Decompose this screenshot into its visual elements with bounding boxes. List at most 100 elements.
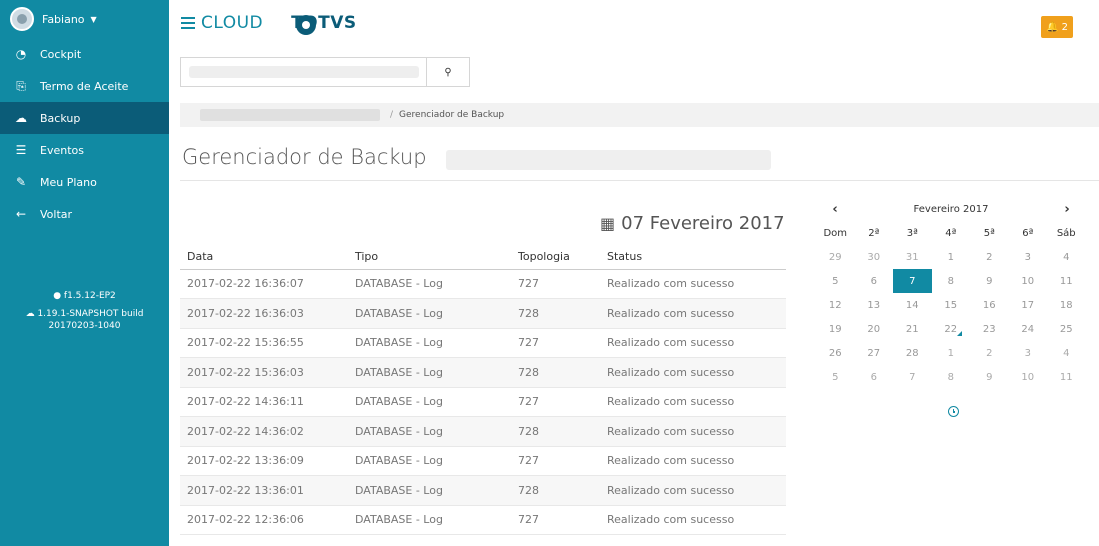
table-row[interactable]: 2017-02-22 13:36:01 DATABASE - Log 728 Real… [180, 475, 786, 506]
calendar-day[interactable]: 6 [855, 365, 894, 389]
calendar-day[interactable]: 10 [1009, 269, 1048, 293]
sidebar-item-meu-plano[interactable]: ✎ Meu Plano [0, 166, 169, 198]
sidebar: Fabiano ▼ ◔ Cockpit ⎘ Termo de Aceite ☁ … [0, 0, 169, 546]
selected-date: ▦ 07 Fevereiro 2017 [600, 213, 785, 234]
binoculars-search-button[interactable]: ⚲ [426, 58, 469, 86]
calendar-day[interactable]: 31 [893, 245, 932, 269]
cell-topologia: 728 [511, 298, 600, 329]
breadcrumb-blurred-item[interactable] [200, 109, 380, 121]
calendar-day[interactable]: 5 [816, 269, 855, 293]
chevron-right-icon[interactable]: › [1048, 202, 1086, 217]
calendar-day[interactable]: 22 [932, 317, 971, 341]
cell-data: 2017-02-22 15:36:55 [180, 328, 348, 358]
calendar-day[interactable]: 4 [1047, 341, 1086, 365]
calendar-day[interactable]: 8 [932, 365, 971, 389]
hamburger-menu-icon[interactable] [181, 17, 195, 29]
calendar-day[interactable]: 4 [1047, 245, 1086, 269]
calendar-day[interactable]: 12 [816, 293, 855, 317]
column-header-data[interactable]: Data [180, 245, 348, 270]
calendar-day[interactable]: 7 [893, 365, 932, 389]
avatar [10, 7, 34, 31]
calendar-day[interactable]: 2 [970, 341, 1009, 365]
table-row[interactable]: 2017-02-22 16:36:03 DATABASE - Log 728 Real… [180, 298, 786, 329]
table-row[interactable]: 2017-02-22 13:36:09 DATABASE - Log 727 Real… [180, 446, 786, 476]
cell-status: Realizado com sucesso [600, 505, 786, 535]
cell-status: Realizado com sucesso [600, 269, 786, 299]
sidebar-item-cockpit[interactable]: ◔ Cockpit [0, 38, 169, 70]
calendar-day[interactable]: 30 [855, 245, 894, 269]
sidebar-item-eventos[interactable]: ☰ Eventos [0, 134, 169, 166]
table-row[interactable]: 2017-02-22 16:36:07 DATABASE - Log 727 Real… [180, 269, 786, 299]
calendar-icon: ▦ [600, 214, 616, 233]
table-row[interactable]: 2017-02-22 12:36:06 DATABASE - Log 727 Real… [180, 505, 786, 535]
backup-table: Data Tipo Topologia Status 2017-02-22 16… [180, 245, 786, 535]
calendar-day[interactable]: 18 [1047, 293, 1086, 317]
arrow-left-icon: ← [15, 207, 27, 221]
cell-topologia: 728 [511, 416, 600, 447]
sidebar-item-label: Backup [40, 111, 81, 125]
table-row[interactable]: 2017-02-22 14:36:02 DATABASE - Log 728 Real… [180, 416, 786, 447]
calendar-day[interactable]: 1 [932, 245, 971, 269]
calendar-day[interactable]: 17 [1009, 293, 1048, 317]
cell-status: Realizado com sucesso [600, 475, 786, 506]
calendar-day[interactable]: 10 [1009, 365, 1048, 389]
chevron-left-icon[interactable]: ‹ [816, 202, 854, 217]
clock-icon[interactable] [948, 406, 959, 417]
calendar-day[interactable]: 25 [1047, 317, 1086, 341]
table-row[interactable]: 2017-02-22 14:36:11 DATABASE - Log 727 Real… [180, 387, 786, 417]
table-row[interactable]: 2017-02-22 15:36:03 DATABASE - Log 728 Real… [180, 357, 786, 388]
environment-selector[interactable]: ⚲ [180, 57, 470, 87]
calendar-day[interactable]: 13 [855, 293, 894, 317]
calendar-day[interactable]: 1 [932, 341, 971, 365]
build-version-line1: 1.19.1-SNAPSHOT build [37, 309, 144, 319]
user-menu[interactable]: Fabiano ▼ [0, 0, 169, 38]
calendar-day[interactable]: 14 [893, 293, 932, 317]
sidebar-item-termo-de-aceite[interactable]: ⎘ Termo de Aceite [0, 70, 169, 102]
calendar-day[interactable]: 6 [855, 269, 894, 293]
calendar-day[interactable]: 9 [970, 269, 1009, 293]
calendar-day[interactable]: 5 [816, 365, 855, 389]
calendar-day[interactable]: 26 [816, 341, 855, 365]
calendar-month[interactable]: Fevereiro 2017 [854, 204, 1048, 215]
cell-data: 2017-02-22 13:36:09 [180, 446, 348, 476]
calendar-day[interactable]: 16 [970, 293, 1009, 317]
calendar-day[interactable]: 28 [893, 341, 932, 365]
calendar-day[interactable]: 11 [1047, 365, 1086, 389]
cell-tipo: DATABASE - Log [348, 269, 511, 299]
calendar-day[interactable]: 23 [970, 317, 1009, 341]
cell-status: Realizado com sucesso [600, 298, 786, 329]
cell-status: Realizado com sucesso [600, 357, 786, 388]
top-bar: CLOUD TOTVS 🔔 2 [169, 0, 1099, 50]
calendar-day[interactable]: 27 [855, 341, 894, 365]
calendar-day[interactable]: 21 [893, 317, 932, 341]
column-header-status[interactable]: Status [600, 245, 786, 270]
calendar-day[interactable]: 3 [1009, 245, 1048, 269]
calendar-day[interactable]: 15 [932, 293, 971, 317]
calendar-day[interactable]: 9 [970, 365, 1009, 389]
calendar-day[interactable]: 11 [1047, 269, 1086, 293]
calendar-day[interactable]: 3 [1009, 341, 1048, 365]
sidebar-item-label: Cockpit [40, 47, 82, 61]
table-row[interactable]: 2017-02-22 15:36:55 DATABASE - Log 727 Real… [180, 328, 786, 358]
calendar-day-selected[interactable]: 7 [893, 269, 932, 293]
cell-status: Realizado com sucesso [600, 416, 786, 447]
calendar-day[interactable]: 24 [1009, 317, 1048, 341]
sidebar-item-backup[interactable]: ☁ Backup [0, 102, 169, 134]
weekday-header: 4ª [945, 227, 957, 239]
notifications-button[interactable]: 🔔 2 [1041, 16, 1073, 38]
sidebar-item-voltar[interactable]: ← Voltar [0, 198, 169, 230]
calendar-day[interactable]: 2 [970, 245, 1009, 269]
dashboard-icon: ◔ [15, 47, 27, 61]
cloud-icon: ☁ [25, 309, 35, 319]
column-header-tipo[interactable]: Tipo [348, 245, 511, 270]
caret-down-icon: ▼ [90, 14, 97, 24]
calendar-day[interactable]: 8 [932, 269, 971, 293]
calendar-day[interactable]: 20 [855, 317, 894, 341]
column-header-topologia[interactable]: Topologia [511, 245, 600, 270]
calendar-day[interactable]: 19 [816, 317, 855, 341]
calendar-day[interactable]: 29 [816, 245, 855, 269]
cell-topologia: 727 [511, 269, 600, 299]
user-name: Fabiano [42, 12, 85, 26]
weekday-header: Dom [823, 227, 848, 239]
sidebar-item-label: Meu Plano [40, 175, 97, 189]
